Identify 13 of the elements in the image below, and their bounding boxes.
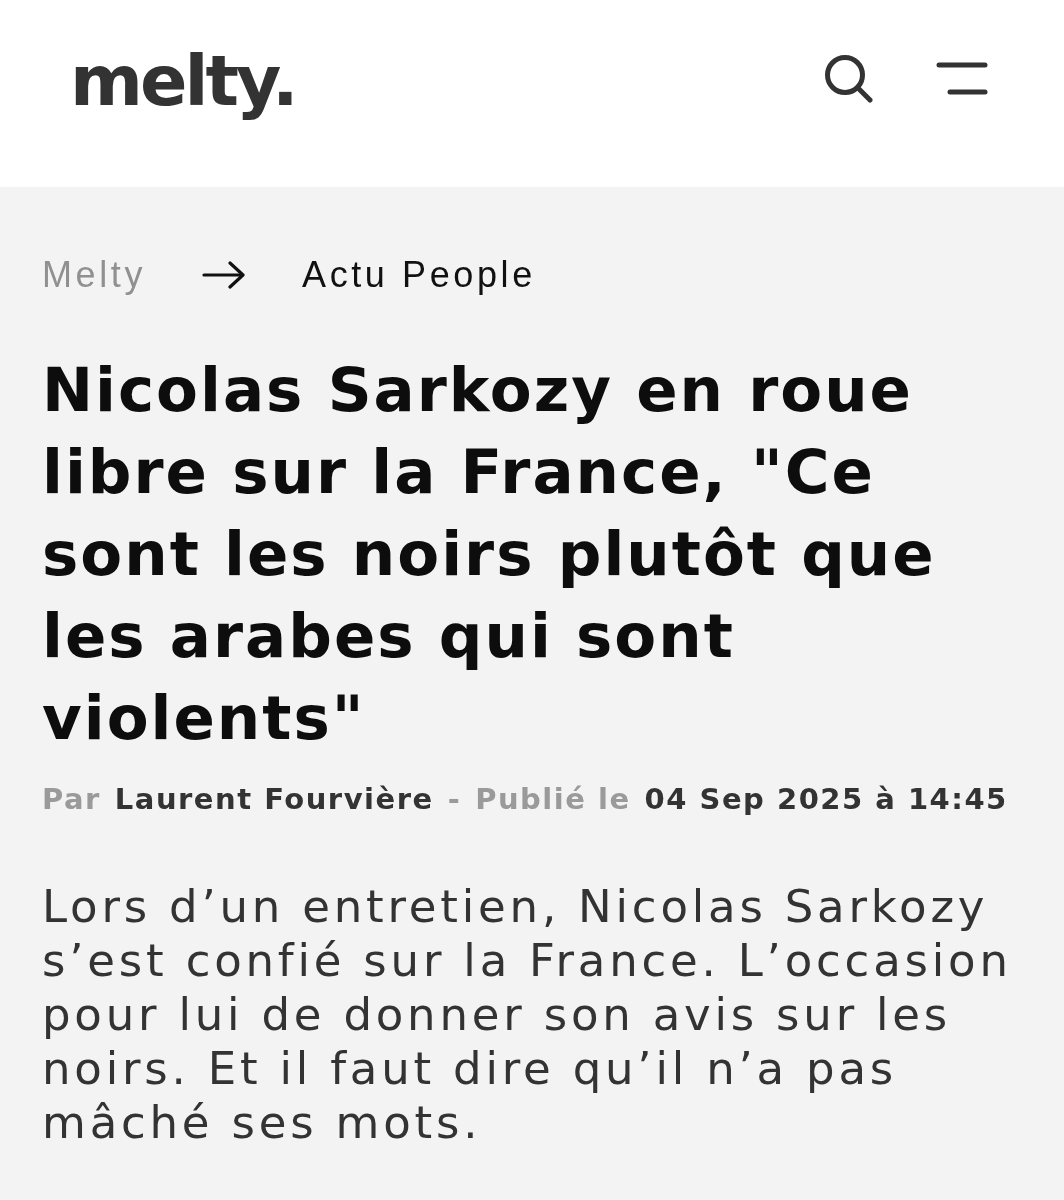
article-title: Nicolas Sarkozy en roue libre sur la France, "Ce sont les noirs plutôt que les arabes qui sont violents" [42,353,937,755]
published-label: Publié le [475,781,631,817]
author-link[interactable]: Laurent Fourvière [114,781,434,817]
arrow-right-icon [202,261,246,289]
menu-icon [936,62,988,95]
search-button[interactable] [824,54,874,103]
publish-date: 04 Sep 2025 à 14:45 [644,781,1008,817]
breadcrumb-current[interactable]: Actu People [302,255,536,295]
menu-button[interactable] [936,62,988,95]
byline-label: Par [42,781,101,817]
byline-separator: - [447,781,462,817]
article-lede: Lors d’un entretien, Nicolas Sarkozy s’est confié sur la France. L’occasion pour lui de donner son avis sur les noirs. Et il faut dire qu’il n’a pas mâché ses mots. [42,880,1013,1150]
search-icon [824,54,874,103]
